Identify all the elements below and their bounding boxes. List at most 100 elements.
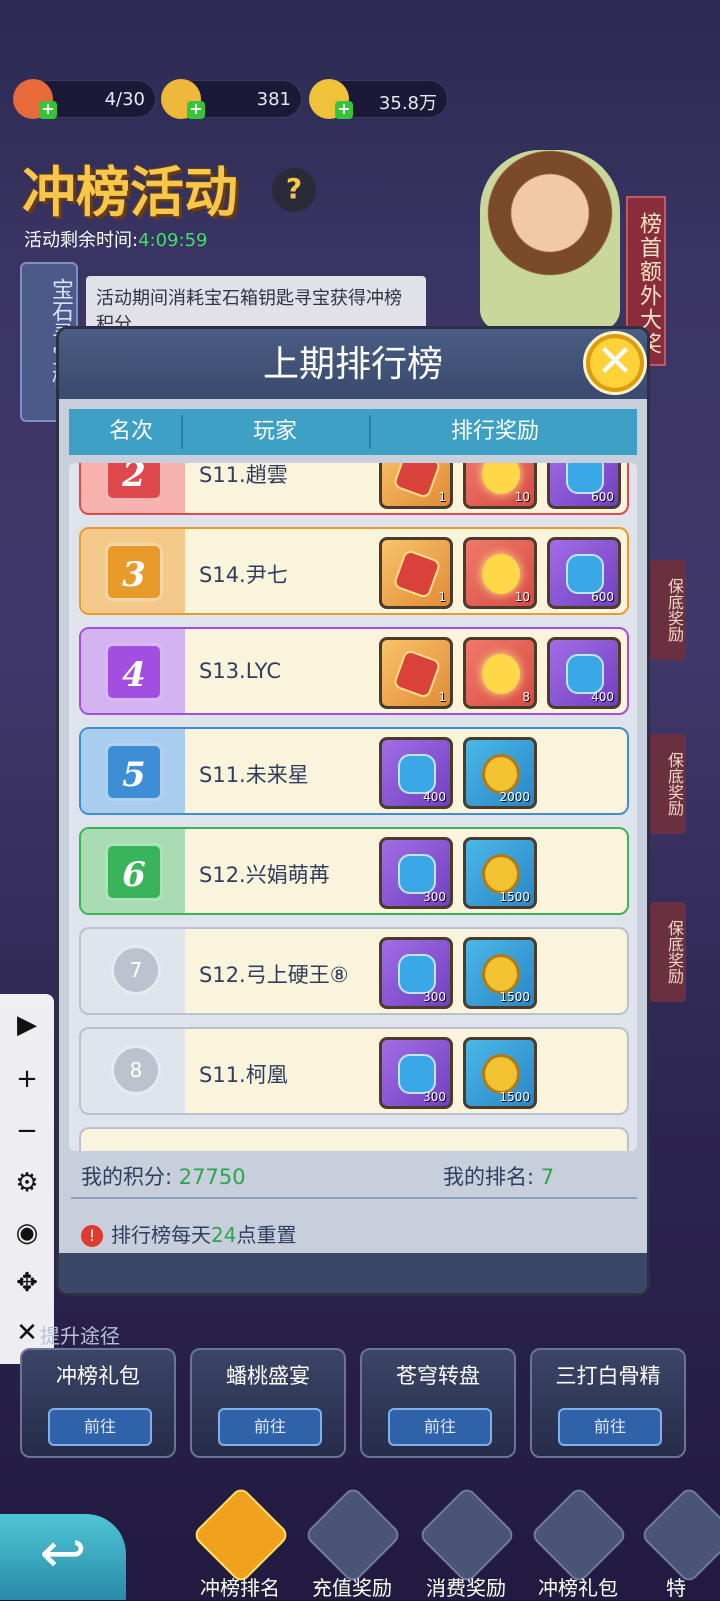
boost-card-rank-pack[interactable]: 冲榜礼包 前往 [20,1348,176,1458]
my-rank: 我的排名: 7 [443,1161,554,1191]
remaining-time: 活动剩余时间:4:09:59 [24,226,207,252]
header-player: 玩家 [253,419,298,444]
guarantee-reward-card[interactable]: 保底奖励 [650,902,686,1002]
puzzle-reward-item[interactable]: 300 [379,937,453,1009]
scroll-reward-item[interactable]: 1 [379,637,453,709]
puzzle-reward-item[interactable]: 600 [547,463,621,509]
reward-count: 1 [438,690,446,704]
rank-medal-icon: 8 [111,1045,161,1095]
reward-count: 1 [438,590,446,604]
zoom-out-icon[interactable]: − [0,1106,54,1156]
puzzle-icon [398,1054,436,1094]
rank-cell: 8 [81,1029,185,1113]
player-name: S12.兴娟萌苒 [199,863,330,887]
back-arrow-icon: ↩ [39,1521,87,1586]
remaining-time-value: 4:09:59 [138,230,208,251]
reward-count: 300 [423,890,446,904]
go-button[interactable]: 前往 [558,1408,662,1446]
reward-count: 300 [423,990,446,1004]
rank-cell: 4 [81,629,185,713]
go-button[interactable]: 前往 [218,1408,322,1446]
guarantee-reward-card[interactable]: 保底奖励 [650,734,686,834]
coin-icon [482,954,520,994]
leaderboard-row[interactable]: 6 S12.兴娟萌苒 300 1500 [79,827,629,915]
scroll-reward-item[interactable]: 1 [379,463,453,509]
puzzle-reward-item[interactable]: 600 [547,537,621,609]
add-ingot-icon[interactable]: + [187,101,205,119]
coin-reward-item[interactable]: 1500 [463,937,537,1009]
tab-special[interactable]: 特 [632,1485,720,1600]
back-button[interactable]: ↩ [0,1514,126,1600]
reward-count: 300 [423,1090,446,1104]
help-button[interactable]: ? [272,168,316,212]
coin-reward-item[interactable]: 2000 [463,737,537,809]
puzzle-icon [566,554,604,594]
puzzle-reward-item[interactable]: 400 [547,637,621,709]
reward-count: 2000 [499,790,530,804]
rank-badge-icon: 5 [105,743,163,801]
rank-badge-icon: 2 [105,463,163,501]
add-stamina-icon[interactable]: + [39,101,57,119]
guarantee-reward-card[interactable]: 保底奖励 [650,560,686,660]
add-gold-icon[interactable]: + [335,101,353,119]
leaderboard-row[interactable]: 4 S13.LYC 1 8 400 [79,627,629,715]
tab-label: 特 [666,1576,686,1600]
star-reward-item[interactable]: 10 [463,537,537,609]
my-rank-value: 7 [540,1165,555,1189]
boost-card-peach-feast[interactable]: 蟠桃盛宴 前往 [190,1348,346,1458]
star-reward-item[interactable]: 8 [463,637,537,709]
reset-notice: ! 排行榜每天24点重置 [81,1219,296,1248]
gear-icon[interactable]: ⚙ [0,1158,54,1208]
stamina-value: 4/30 [104,89,145,110]
rank-cell: 5 [81,729,185,813]
scroll-icon [392,648,442,700]
puzzle-icon [398,954,436,994]
rank-tab-icon [191,1485,291,1585]
leaderboard-row[interactable] [79,1127,629,1151]
reward-count: 400 [423,790,446,804]
special-tab-icon [639,1485,720,1585]
puzzle-reward-item[interactable]: 300 [379,837,453,909]
puzzle-reward-item[interactable]: 300 [379,1037,453,1109]
reward-count: 10 [514,490,530,504]
leaderboard-row[interactable]: 3 S14.尹七 1 10 600 [79,527,629,615]
boost-section-label: 提升途径 [40,1324,120,1348]
tab-label: 消费奖励 [426,1576,506,1600]
boost-card-sky-wheel[interactable]: 苍穹转盘 前往 [360,1348,516,1458]
reward-count: 1 [438,490,446,504]
coin-reward-item[interactable]: 1500 [463,1037,537,1109]
leaderboard-row[interactable]: 8 S11.柯凰 300 1500 [79,1027,629,1115]
move-icon[interactable]: ✥ [0,1258,54,1308]
puzzle-reward-item[interactable]: 400 [379,737,453,809]
divider [71,1197,637,1199]
leaderboard-header: 名次 玩家 排行奖励 [69,409,637,455]
resource-ingot[interactable]: + 381 [161,79,302,119]
leaderboard-row[interactable]: 2 S11.趙雲 1 10 600 [79,463,629,515]
coin-reward-item[interactable]: 1500 [463,837,537,909]
event-description: 活动期间消耗宝石箱钥匙寻宝获得冲榜积分 [86,276,426,332]
puzzle-icon [398,854,436,894]
zoom-in-icon[interactable]: + [0,1054,54,1104]
my-score: 我的积分: 27750 [81,1161,246,1191]
star-reward-item[interactable]: 10 [463,463,537,509]
tab-rank[interactable]: 冲榜排名 [184,1485,296,1600]
leaderboard-list[interactable]: 2 S11.趙雲 1 10 600 3 S14.尹七 1 10 600 4 S13.LYC 1 8 400 5… [69,463,637,1151]
tab-rank-pack[interactable]: 冲榜礼包 [522,1485,634,1600]
tab-spend-reward[interactable]: 消费奖励 [410,1485,522,1600]
go-button[interactable]: 前往 [388,1408,492,1446]
eye-icon[interactable]: ◉ [0,1208,54,1258]
reward-count: 1500 [499,890,530,904]
scroll-reward-item[interactable]: 1 [379,537,453,609]
tab-recharge-reward[interactable]: 充值奖励 [296,1485,408,1600]
leaderboard-row[interactable]: 5 S11.未来星 400 2000 [79,727,629,815]
close-button[interactable]: ✕ [583,331,647,395]
ingot-value: 381 [256,89,291,110]
resource-stamina[interactable]: + 4/30 [13,79,156,119]
go-button[interactable]: 前往 [48,1408,152,1446]
leaderboard-row[interactable]: 7 S12.弓上硬王⑧ 300 1500 [79,927,629,1015]
play-icon[interactable]: ▶ [0,1000,54,1050]
boost-card-white-bone[interactable]: 三打白骨精 前往 [530,1348,686,1458]
resource-gold[interactable]: + 35.8万 [309,79,448,119]
my-score-label: 我的积分: [81,1165,173,1189]
header-divider [181,415,183,449]
